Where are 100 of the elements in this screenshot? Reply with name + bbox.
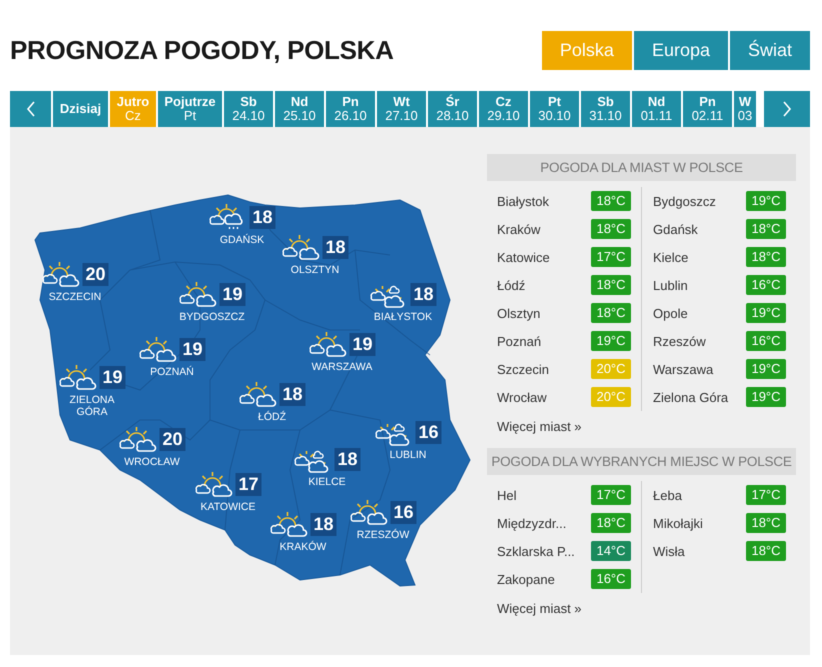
city-label: GDAŃSK	[220, 234, 264, 246]
city-name: Lublin	[653, 278, 688, 292]
previous-button[interactable]	[10, 91, 51, 127]
temperature-value: 19	[219, 283, 246, 306]
city-name: Kraków	[497, 222, 540, 236]
day-tab[interactable]: Pn 26.10	[326, 91, 375, 127]
temperature-badge: 18°C	[746, 247, 786, 267]
temperature-badge: 17°C	[591, 485, 631, 505]
day-tab[interactable]: Jutro Cz	[110, 91, 156, 127]
city-name: Zielona Góra	[653, 390, 728, 404]
city-name: Białystok	[497, 194, 550, 208]
city-label: KATOWICE	[200, 501, 256, 513]
city-label: RZESZÓW	[356, 529, 410, 541]
sun-cloud-icon	[308, 330, 346, 358]
sun-cloud-icon	[238, 380, 276, 408]
temperature-badge: 18°C	[591, 513, 631, 533]
city-name: Szklarska P...	[497, 544, 575, 558]
city-name: Łeba	[653, 488, 682, 502]
region-tab[interactable]: Europa	[634, 31, 728, 70]
day-tab[interactable]: Cz 29.10	[479, 91, 528, 127]
city-label: KRAKÓW	[280, 541, 326, 553]
temperature-badge: 19°C	[591, 331, 631, 351]
city-name: Łódź	[497, 278, 526, 292]
day-tab[interactable]: Pt 30.10	[530, 91, 579, 127]
temperature-badge: 17°C	[591, 247, 631, 267]
more-cities-link[interactable]: Więcej miast »	[497, 419, 582, 434]
sun-cloud-icon	[138, 335, 176, 363]
day-tab[interactable]: Pn 02.11	[683, 91, 732, 127]
day-tab[interactable]: Dzisiaj	[53, 91, 108, 127]
temperature-badge: 20°C	[591, 387, 631, 407]
temperature-value: 19	[179, 338, 206, 361]
temperature-value: 18	[322, 236, 349, 259]
city-name: Wrocław	[497, 390, 547, 404]
city-label: WARSZAWA	[312, 361, 372, 373]
city-name: Zakopane	[497, 572, 555, 586]
city-name: Warszawa	[653, 362, 714, 376]
temperature-value: 18	[249, 206, 276, 229]
temperature-badge: 18°C	[746, 219, 786, 239]
city-label: WROCŁAW	[124, 456, 180, 468]
city-label: LUBLIN	[390, 449, 426, 461]
city-label: POZNAŃ	[150, 366, 194, 378]
region-tab[interactable]: Świat	[730, 31, 810, 70]
temperature-badge: 16°C	[591, 569, 631, 589]
day-tab[interactable]: Sb 31.10	[581, 91, 630, 127]
city-name: Poznań	[497, 334, 542, 348]
temperature-value: 16	[415, 421, 442, 444]
region-tab[interactable]: Polska	[542, 31, 632, 70]
city-name: Mikołajki	[653, 516, 703, 530]
day-tab[interactable]: W 03	[734, 91, 756, 127]
sun-cloud-icon	[58, 363, 96, 391]
temperature-value: 17	[235, 473, 262, 496]
temperature-badge: 17°C	[746, 485, 786, 505]
chevron-right-icon	[782, 101, 792, 117]
city-name: Rzeszów	[653, 334, 706, 348]
city-label: SZCZECIN	[48, 291, 102, 303]
city-label: BYDGOSZCZ	[179, 311, 245, 323]
temperature-value: 18	[279, 383, 306, 406]
city-name: Olsztyn	[497, 306, 540, 320]
temperature-value: 19	[99, 366, 126, 389]
sun-cloud-icon	[269, 510, 308, 538]
day-tab[interactable]: Pojutrze Pt	[158, 91, 222, 127]
section-header: POGODA DLA MIAST W POLSCE	[487, 154, 796, 181]
day-tab[interactable]: Nd 01.11	[632, 91, 681, 127]
temperature-badge: 14°C	[591, 541, 631, 561]
day-tab[interactable]: Wt 27.10	[377, 91, 426, 127]
city-label: ŁÓDŹ	[258, 411, 286, 423]
next-button[interactable]	[764, 91, 810, 127]
city-label: KIELCE	[308, 476, 346, 488]
section-header: POGODA DLA WYBRANYCH MIEJSC W POLSCE	[487, 448, 796, 475]
temperature-badge: 18°C	[746, 541, 786, 561]
chevron-left-icon	[26, 101, 36, 117]
temperature-value: 18	[410, 283, 437, 306]
temperature-value: 19	[349, 333, 376, 356]
temperature-badge: 16°C	[746, 331, 786, 351]
sun-cloud-icon	[41, 260, 80, 288]
temperature-badge: 19°C	[746, 303, 786, 323]
page-title: PROGNOZA POGODY, POLSKA	[10, 35, 394, 66]
day-tab[interactable]: Sb 24.10	[224, 91, 273, 127]
temperature-value: 18	[334, 448, 361, 471]
temperature-badge: 19°C	[746, 387, 786, 407]
temperature-value: 20	[159, 428, 186, 451]
day-tab[interactable]: Nd 25.10	[275, 91, 324, 127]
temperature-badge: 20°C	[591, 359, 631, 379]
city-label: BIAŁYSTOK	[374, 311, 432, 323]
temperature-badge: 18°C	[591, 303, 631, 323]
sun-cloud-icon	[194, 470, 232, 498]
city-name: Hel	[497, 488, 517, 502]
city-name: Katowice	[497, 250, 550, 264]
city-name: Międzyzdr...	[497, 516, 566, 530]
sun-cloud-icon	[178, 280, 216, 308]
city-name: Szczecin	[497, 362, 550, 376]
temperature-badge: 18°C	[746, 513, 786, 533]
day-tab[interactable]: Śr 28.10	[428, 91, 477, 127]
temperature-value: 20	[82, 263, 109, 286]
temperature-badge: 19°C	[746, 359, 786, 379]
more-cities-link[interactable]: Więcej miast »	[497, 601, 582, 616]
city-label: OLSZTYN	[290, 264, 340, 276]
sun-cloud-icon	[349, 498, 388, 526]
sun-cloud-icon	[118, 425, 156, 453]
temperature-value: 16	[390, 501, 417, 524]
